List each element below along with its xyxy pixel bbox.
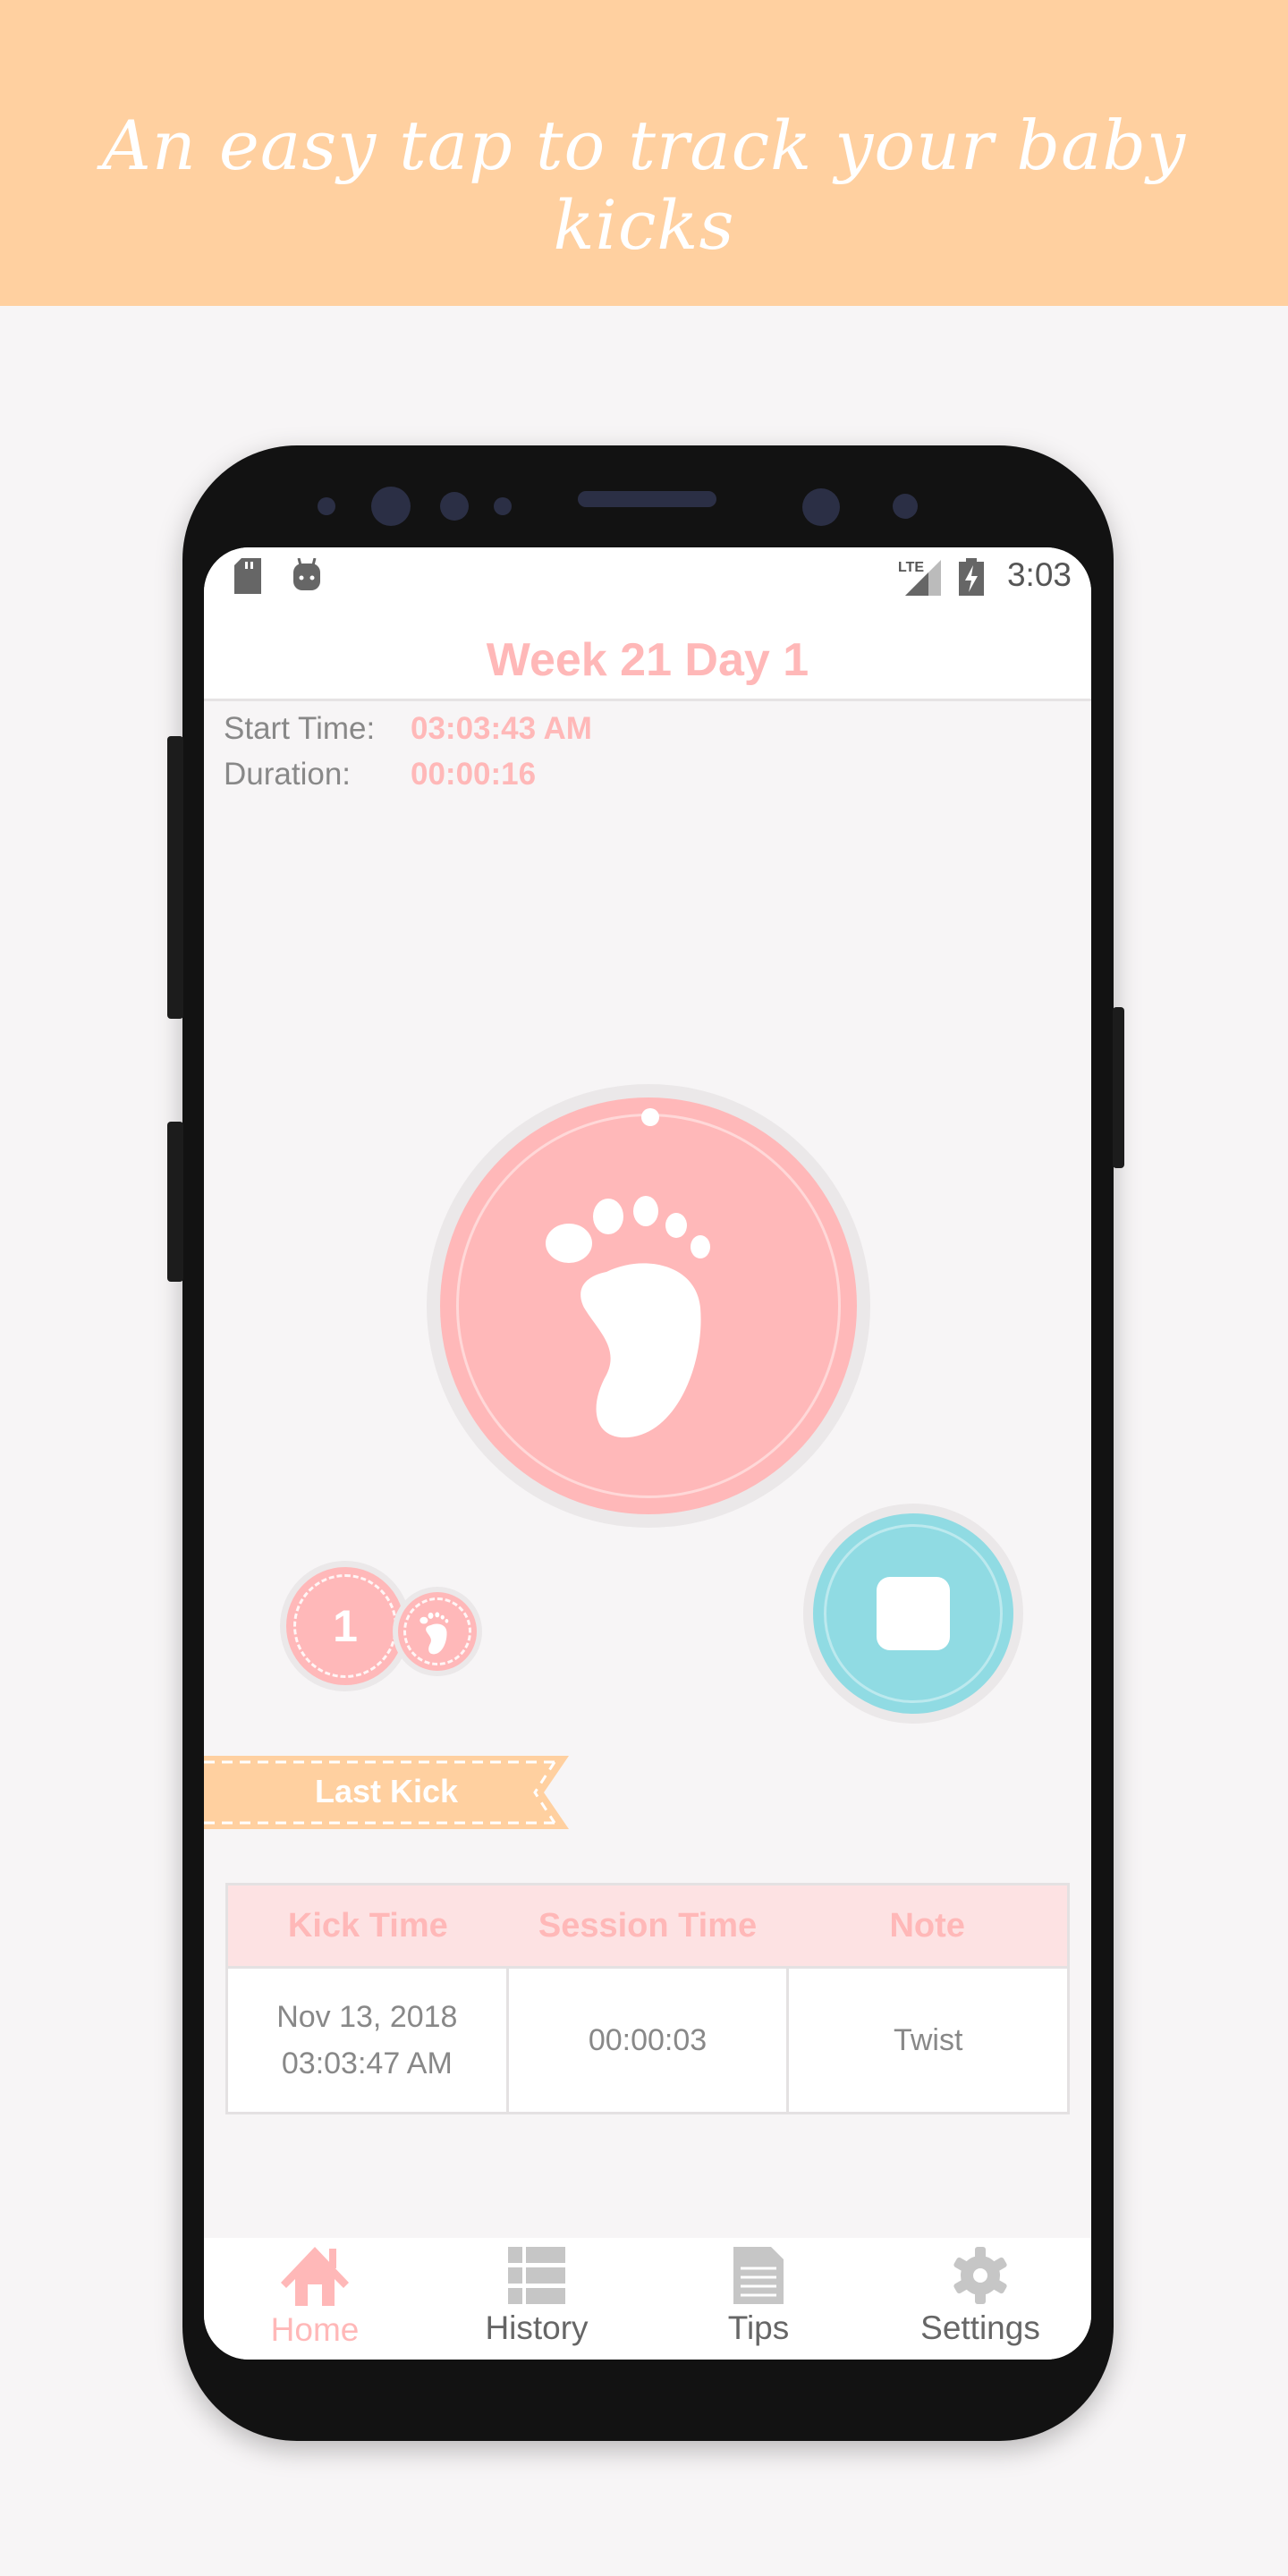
start-time-label: Start Time: xyxy=(224,711,376,746)
kick-counter-badge: 1 xyxy=(286,1567,404,1685)
app-screen: LTE 3:03 Week 21 Day 1 Start Time: 03:03… xyxy=(204,547,1091,2360)
status-bar: LTE 3:03 xyxy=(204,547,1091,605)
nav-item-settings[interactable]: Settings xyxy=(869,2238,1091,2360)
home-icon xyxy=(281,2247,349,2306)
last-kick-label: Last Kick xyxy=(314,1773,459,1809)
nav-label-settings: Settings xyxy=(920,2309,1040,2346)
duration-label: Duration: xyxy=(224,757,352,792)
duration-value: 00:00:16 xyxy=(411,757,537,792)
camera-icon xyxy=(802,488,840,526)
sd-card-icon xyxy=(234,558,261,594)
phone-volume-down xyxy=(167,1122,183,1282)
table-row[interactable]: Nov 13, 2018 03:03:47 AM 00:00:03 Twist xyxy=(228,1966,1068,2112)
page-title: Week 21 Day 1 xyxy=(486,634,809,686)
sensor-icon xyxy=(494,497,512,515)
phone-volume-up xyxy=(167,736,183,1019)
sensor-icon xyxy=(440,492,469,521)
nav-item-history[interactable]: History xyxy=(426,2238,648,2360)
badge-stitch xyxy=(293,1574,397,1678)
mini-foot-badge xyxy=(398,1592,477,1671)
speaker-grille xyxy=(578,491,716,507)
nav-item-tips[interactable]: Tips xyxy=(648,2238,869,2360)
footprint-icon xyxy=(419,1612,449,1655)
kick-date: Nov 13, 2018 xyxy=(276,2000,458,2034)
battery-charging-icon xyxy=(959,558,984,596)
progress-dot xyxy=(641,1108,659,1126)
bottom-nav: Home History Tips Settings xyxy=(204,2238,1091,2360)
sensor-icon xyxy=(893,494,918,519)
nav-label-history: History xyxy=(485,2309,589,2346)
note-cell: Twist xyxy=(786,1966,1068,2112)
column-header-kick-time: Kick Time xyxy=(228,1885,508,1966)
gear-icon xyxy=(953,2247,1007,2304)
stop-icon xyxy=(877,1577,950,1650)
android-icon xyxy=(293,558,320,590)
stop-button[interactable] xyxy=(813,1513,1013,1714)
status-clock: 3:03 xyxy=(1006,556,1072,593)
list-icon xyxy=(508,2247,565,2304)
start-time-value: 03:03:43 AM xyxy=(411,711,592,746)
nav-label-home: Home xyxy=(270,2311,360,2348)
signal-icon xyxy=(905,560,941,596)
sensor-icon xyxy=(318,497,335,515)
session-time-cell: 00:00:03 xyxy=(505,1966,787,2112)
phone-power-button xyxy=(1113,1007,1124,1168)
app-header: Week 21 Day 1 xyxy=(204,605,1091,701)
footprint-icon xyxy=(546,1196,710,1438)
column-header-note: Note xyxy=(787,1885,1068,1966)
kick-time-cell: Nov 13, 2018 03:03:47 AM xyxy=(228,1966,506,2112)
document-icon xyxy=(733,2247,784,2304)
nav-label-tips: Tips xyxy=(727,2309,790,2346)
camera-icon xyxy=(371,487,411,526)
kick-time: 03:03:47 AM xyxy=(281,2046,453,2080)
last-kick-table: Kick Time Session Time Note Nov 13, 2018… xyxy=(225,1883,1070,2114)
nav-item-home[interactable]: Home xyxy=(204,2238,426,2360)
table-header: Kick Time Session Time Note xyxy=(228,1885,1068,1966)
column-header-session-time: Session Time xyxy=(507,1885,788,1966)
promo-tagline: An easy tap to track your baby kicks xyxy=(101,106,1187,265)
